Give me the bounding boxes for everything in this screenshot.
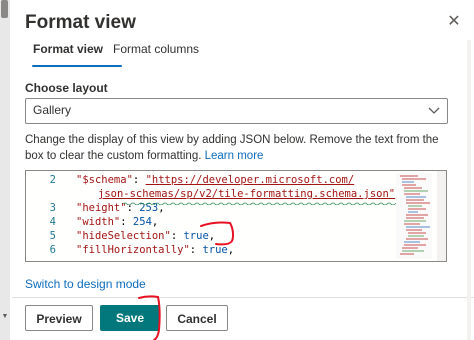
panel-title: Format view (25, 12, 136, 33)
tab-format-view[interactable]: Format view (33, 42, 103, 56)
json-key: "$schema" (76, 174, 133, 186)
json-editor[interactable]: 2 3 4 5 6 "$schema": "https://developer.… (25, 170, 447, 262)
json-value: true (183, 230, 209, 242)
line-number: 2 (49, 174, 56, 186)
learn-more-link[interactable]: Learn more (205, 150, 264, 162)
line-number: 3 (49, 202, 56, 214)
line-number: 4 (49, 216, 56, 228)
code-line-2a: "$schema": "https://developer.microsoft.… (76, 173, 354, 187)
close-icon[interactable]: ✕ (446, 14, 462, 30)
active-tab-indicator (32, 65, 122, 67)
code-line-4: "width": 254, (76, 216, 159, 228)
panel-scrollbar[interactable] (466, 40, 472, 340)
cancel-button[interactable]: Cancel (166, 305, 228, 331)
editor-scrollbar[interactable] (437, 171, 446, 261)
code-line-2b: json-schemas/sp/v2/tile-formatting.schem… (98, 187, 401, 201)
preview-button[interactable]: Preview (25, 305, 93, 331)
json-url[interactable]: json-schemas/sp/v2/tile-formatting.schem… (98, 188, 395, 200)
switch-to-design-mode-link[interactable]: Switch to design mode (25, 277, 146, 291)
chevron-down-icon (427, 102, 441, 118)
validation-squiggle (123, 202, 400, 205)
outer-scrollbar[interactable]: ▼ (0, 0, 10, 340)
json-key: "width" (76, 216, 121, 228)
tab-format-columns[interactable]: Format columns (113, 42, 199, 56)
line-number: 6 (49, 244, 56, 256)
line-number-gutter: 2 3 4 5 6 (26, 171, 70, 261)
description-text: Change the display of this view by addin… (25, 132, 455, 164)
layout-dropdown[interactable]: Gallery (25, 98, 448, 124)
json-value: 254 (132, 216, 152, 228)
json-url[interactable]: "https://developer.microsoft.com/ (146, 174, 355, 186)
choose-layout-label: Choose layout (25, 81, 108, 95)
scroll-down-arrow-icon[interactable]: ▼ (0, 313, 10, 321)
json-key: "hideSelection" (76, 230, 171, 242)
code-line-6: "fillHorizontally": true, (76, 244, 235, 256)
outer-scrollbar-thumb[interactable] (1, 0, 8, 18)
code-minimap[interactable] (396, 173, 432, 259)
save-button[interactable]: Save (100, 305, 160, 331)
code-line-5: "hideSelection": true, (76, 230, 216, 242)
json-key: "fillHorizontally" (76, 244, 190, 256)
layout-dropdown-value: Gallery (33, 103, 72, 117)
footer-divider (12, 297, 474, 298)
line-number: 5 (49, 230, 56, 242)
json-value: true (202, 244, 228, 256)
json-colon: : (132, 174, 146, 186)
json-key: "height" (76, 202, 127, 214)
